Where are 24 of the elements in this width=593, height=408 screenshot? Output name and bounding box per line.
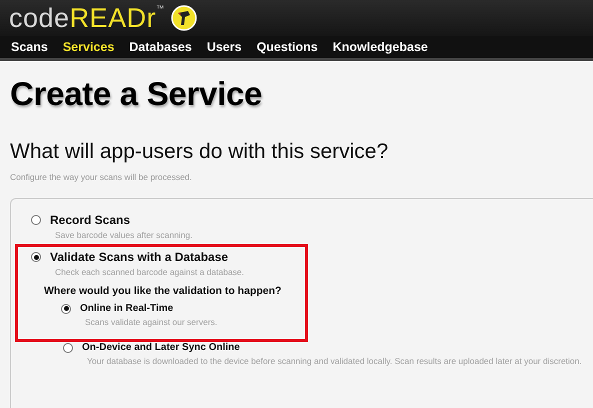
option-description: Check each scanned barcode against a database.: [55, 267, 246, 277]
option-label: Online in Real-Time: [80, 303, 174, 314]
nav-tab[interactable]: Questions: [250, 40, 326, 54]
nav-tab[interactable]: Users: [200, 40, 250, 54]
option-description: Save barcode values after scanning.: [55, 230, 194, 240]
nav-tab[interactable]: Scans: [4, 40, 56, 54]
nav-tab[interactable]: Knowledgebase: [326, 40, 436, 54]
radio-button[interactable]: [31, 215, 41, 225]
option-label: Record Scans: [50, 213, 130, 227]
section-hint: Configure the way your scans will be processed.: [10, 172, 193, 182]
scanner-icon: [170, 5, 197, 31]
option-description: Scans validate against our servers.: [85, 317, 218, 327]
validation-question: Where would you like the validation to happen?: [44, 285, 282, 297]
radio-button[interactable]: [31, 252, 41, 262]
radio-button[interactable]: [61, 304, 71, 314]
logo: codeREADr™: [9, 4, 165, 32]
option-description: Your database is downloaded to the device before scanning and validated locally. Scan results are uploaded later at your discretion.: [87, 356, 583, 366]
nav-tab[interactable]: Databases: [122, 40, 200, 54]
section-question: What will app-users do with this service?: [10, 140, 390, 164]
nav-tab[interactable]: Services: [56, 40, 122, 54]
option-label: Validate Scans with a Database: [50, 250, 228, 264]
radio-button[interactable]: [63, 342, 73, 352]
option-label: On-Device and Later Sync Online: [82, 342, 240, 353]
page-title: Create a Service: [10, 75, 264, 113]
